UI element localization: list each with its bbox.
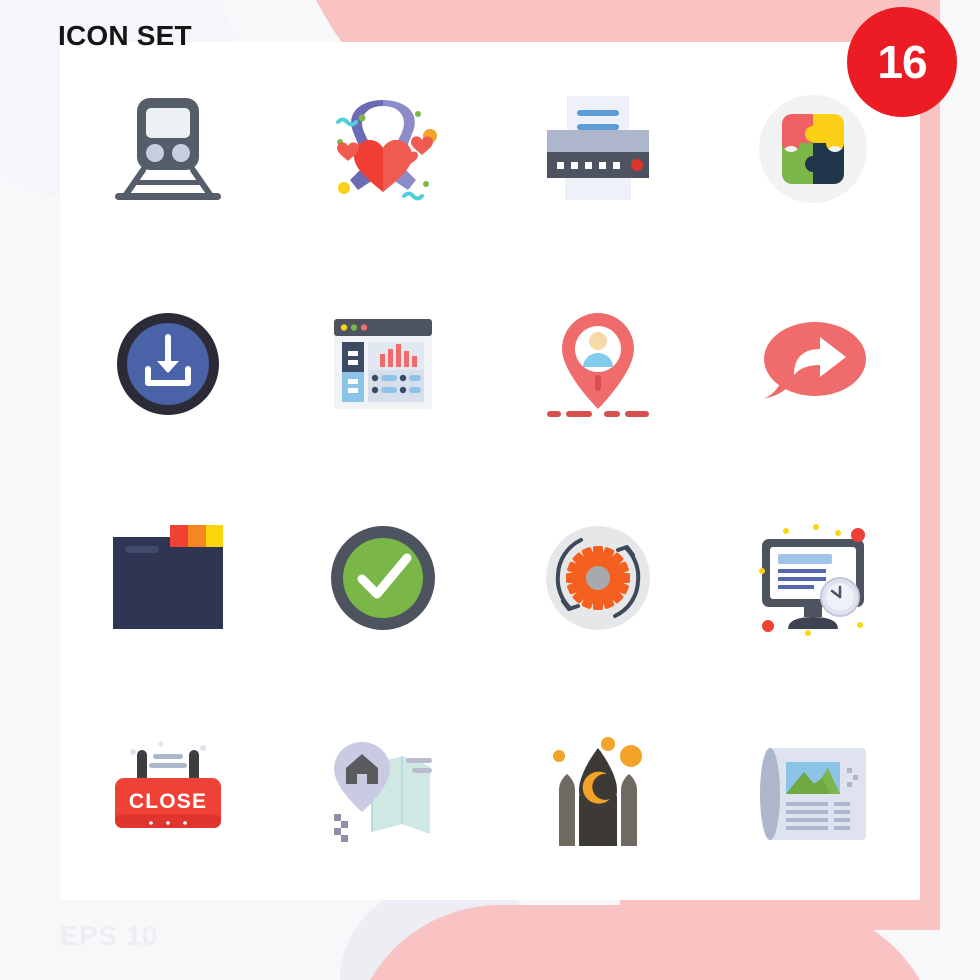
icon-cell-download[interactable] <box>60 257 275 472</box>
puzzle-icon <box>758 95 867 204</box>
icon-cell-mosque[interactable] <box>490 686 705 901</box>
window-layout-icon <box>112 525 223 630</box>
icon-cell-gear-refresh[interactable] <box>490 471 705 686</box>
mosque-icon <box>552 736 642 846</box>
icon-cell-monitor-clock[interactable] <box>705 471 920 686</box>
monitor-clock-icon <box>758 524 865 637</box>
icon-cell-share-bubble[interactable] <box>705 257 920 472</box>
newspaper-icon <box>759 747 866 840</box>
eps-version-note: EPS 10 <box>60 920 158 951</box>
check-circle-icon <box>330 526 435 631</box>
icon-cell-printer[interactable] <box>490 42 705 257</box>
download-icon <box>116 312 219 415</box>
close-sign-icon: CLOSE <box>114 741 221 828</box>
icon-cell-dashboard[interactable] <box>275 257 490 472</box>
map-home-icon <box>333 741 432 842</box>
icon-cell-window-layout[interactable] <box>60 471 275 686</box>
svg-text:CLOSE: CLOSE <box>128 790 206 813</box>
user-location-pin-icon <box>546 312 649 417</box>
icon-cell-awareness-ribbon[interactable] <box>275 42 490 257</box>
icon-cell-train[interactable] <box>60 42 275 257</box>
gear-refresh-icon <box>545 526 650 631</box>
icon-cell-close-sign[interactable]: CLOSE <box>60 686 275 901</box>
awareness-ribbon-icon <box>335 100 437 201</box>
dashboard-icon <box>333 318 432 409</box>
icon-count-badge-value: 16 <box>877 36 927 88</box>
icon-count-badge: 16 <box>847 7 957 117</box>
train-icon <box>114 98 221 201</box>
share-bubble-icon <box>761 321 866 399</box>
icon-cell-newspaper[interactable] <box>705 686 920 901</box>
icon-cell-map-home[interactable] <box>275 686 490 901</box>
icon-cell-user-location[interactable] <box>490 257 705 472</box>
icon-cell-check-circle[interactable] <box>275 471 490 686</box>
page-title: ICON SET <box>58 20 192 51</box>
icon-grid: CLOSE <box>60 42 920 900</box>
printer-icon <box>546 96 649 201</box>
